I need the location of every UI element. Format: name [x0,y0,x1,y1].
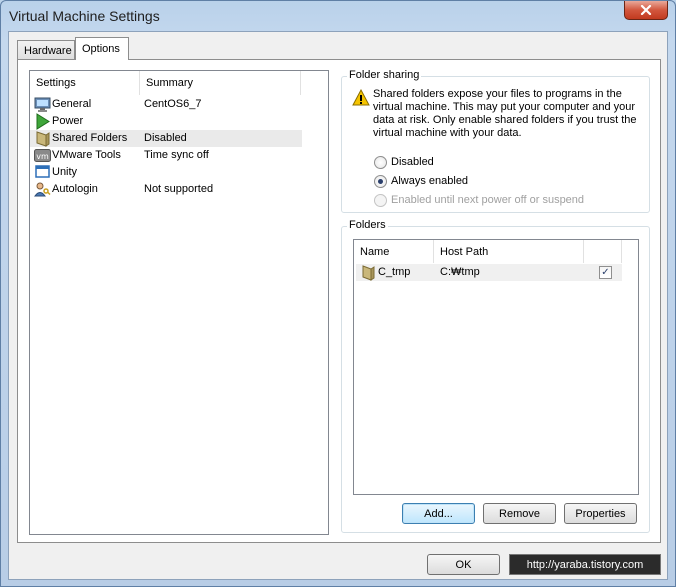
ok-button[interactable]: OK [427,554,500,575]
folder-host-path: C:₩tmp [440,266,480,278]
item-summary: Disabled [144,132,187,144]
item-summary: Time sync off [144,149,209,161]
radio-label: Disabled [391,156,434,168]
folder-enabled-checkbox[interactable]: ✓ [599,266,612,279]
settings-list-header: Settings Summary [30,71,328,95]
remove-button[interactable]: Remove [483,503,556,524]
item-name: Shared Folders [52,132,128,144]
play-icon [36,113,50,130]
folder-sharing-group: Folder sharing Shared folders expose you… [341,69,650,213]
folder-sharing-description: Shared folders expose your files to prog… [373,88,637,139]
window-title: Virtual Machine Settings [9,8,160,24]
item-name: VMware Tools [52,149,121,161]
radio-label: Always enabled [391,175,469,187]
list-item-unity[interactable]: Unity [30,164,302,181]
radio-always-enabled[interactable]: Always enabled [374,173,468,189]
close-icon [640,5,652,15]
list-item-autologin[interactable]: Autologin Not supported [30,181,302,198]
item-name: Power [52,115,84,127]
settings-list[interactable]: Settings Summary General CentOS6_7 Power… [29,70,329,535]
radio-disabled[interactable]: Disabled [374,154,434,170]
item-summary: CentOS6_7 [144,98,202,110]
folder-icon [36,131,50,147]
column-name[interactable]: Name [354,240,434,263]
options-tab-page: Settings Summary General CentOS6_7 Power… [17,59,661,543]
folders-group: Folders Name Host Path C_tmp C:₩tmp ✓ Ad… [341,219,650,533]
item-name: Unity [52,166,78,178]
folder-row[interactable]: C_tmp C:₩tmp ✓ [356,264,622,281]
folder-icon [362,265,375,281]
warning-icon [352,89,370,106]
radio-label: Enabled until next power off or suspend [391,194,585,206]
close-button[interactable] [624,1,668,20]
add-button[interactable]: Add... [402,503,475,524]
title-bar[interactable]: Virtual Machine Settings [1,1,675,31]
window-icon [35,165,50,178]
tab-options[interactable]: Options [75,37,129,60]
column-summary[interactable]: Summary [140,71,301,95]
monitor-icon [34,97,51,112]
list-item-vmware-tools[interactable]: vm VMware Tools Time sync off [30,147,302,164]
radio-button [374,193,387,207]
folders-label: Folders [347,219,388,231]
user-key-icon [34,182,51,197]
properties-button[interactable]: Properties [564,503,637,524]
folder-sharing-label: Folder sharing [347,69,422,81]
column-enabled[interactable] [584,240,622,263]
radio-enabled-until-power-off: Enabled until next power off or suspend [374,192,584,208]
svg-text:vm: vm [36,152,49,161]
tab-hardware[interactable]: Hardware [17,40,75,60]
folder-name: C_tmp [378,266,411,278]
column-host-path[interactable]: Host Path [434,240,584,263]
list-item-power[interactable]: Power [30,113,302,130]
folders-list[interactable]: Name Host Path C_tmp C:₩tmp ✓ [353,239,639,495]
radio-button[interactable] [374,174,387,188]
settings-window: Virtual Machine Settings Hardware Option… [0,0,676,587]
column-settings[interactable]: Settings [30,71,140,95]
list-item-shared-folders[interactable]: Shared Folders Disabled [30,130,302,147]
watermark: http://yaraba.tistory.com [509,554,661,575]
list-item-general[interactable]: General CentOS6_7 [30,96,302,113]
radio-button[interactable] [374,155,387,169]
vm-icon: vm [34,149,51,162]
item-name: General [52,98,92,110]
item-summary: Not supported [144,183,214,195]
dialog-client: Hardware Options Settings Summary Genera… [8,31,668,580]
item-name: Autologin [52,183,98,195]
